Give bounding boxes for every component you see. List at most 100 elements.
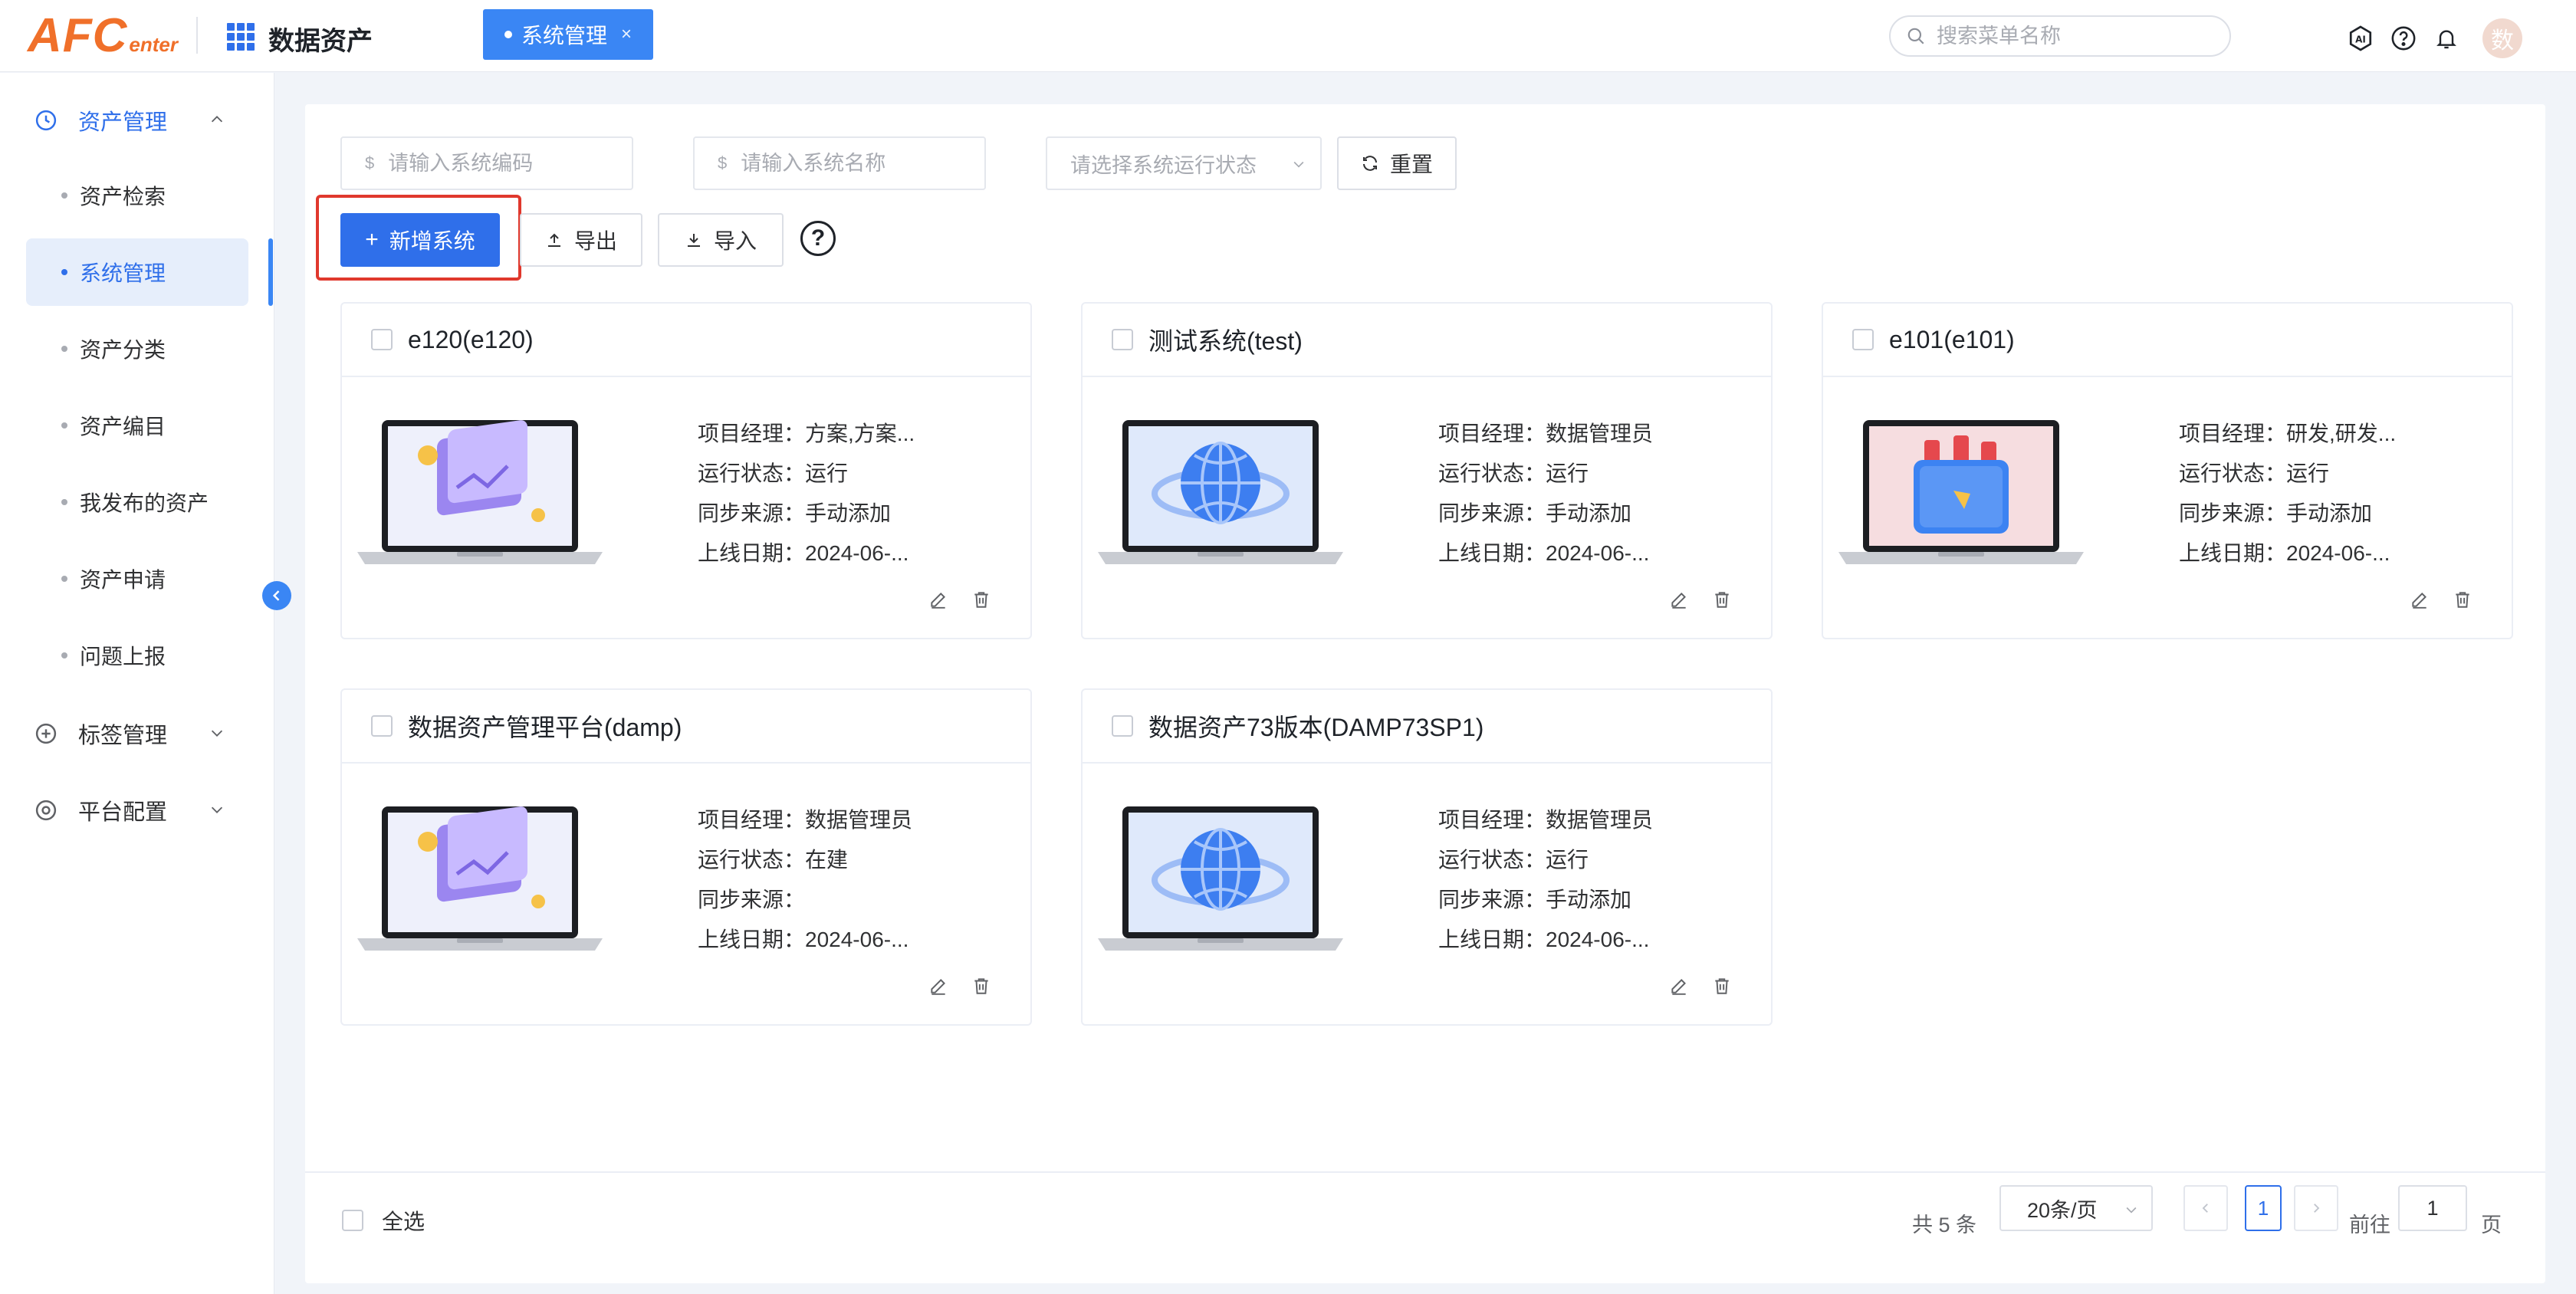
delete-icon[interactable]	[1710, 974, 1734, 998]
sidebar-item-my-published-assets[interactable]: 我发布的资产	[26, 468, 248, 536]
source-key: 同步来源：	[1438, 501, 1546, 525]
card-checkbox[interactable]	[371, 715, 393, 737]
sidebar-item-label: 资产分类	[80, 338, 166, 362]
reset-button[interactable]: 重置	[1337, 136, 1457, 190]
status-key: 运行状态：	[698, 848, 806, 872]
chevron-up-icon	[211, 116, 223, 123]
system-card[interactable]: 数据资产管理平台(damp) 项目经理：数据管理员 运行状态：在建 同步来源： …	[340, 688, 1032, 1026]
apps-grid-icon[interactable]	[227, 23, 255, 51]
manager-key: 项目经理：	[698, 808, 806, 832]
source-value: 手动添加	[805, 501, 892, 525]
date-key: 上线日期：	[698, 541, 806, 565]
card-title: e101(e101)	[1889, 325, 2015, 353]
date-value: 2024-06-...	[1546, 541, 1650, 565]
sidebar-item-asset-category[interactable]: 资产分类	[26, 315, 248, 383]
sidebar-item-system-management[interactable]: 系统管理	[26, 238, 248, 306]
system-card[interactable]: e101(e101) 项目经理：研发,研发... 运行状态：运行 同步来源：手动…	[1822, 302, 2513, 639]
select-all[interactable]: 全选	[342, 1205, 425, 1236]
card-title: 数据资产73版本(DAMP73SP1)	[1148, 714, 1484, 741]
sidebar-item-label: 资产编目	[80, 415, 166, 438]
download-icon	[687, 234, 700, 247]
card-title: 测试系统(test)	[1148, 327, 1303, 355]
delete-icon[interactable]	[969, 974, 994, 998]
card-checkbox[interactable]	[371, 329, 393, 350]
delete-icon[interactable]	[1710, 587, 1734, 612]
sidebar-item-asset-application[interactable]: 资产申请	[26, 545, 248, 613]
system-name-input[interactable]	[741, 151, 956, 176]
card-info: 项目经理：数据管理员 运行状态：运行 同步来源：手动添加 上线日期：2024-0…	[1438, 800, 1653, 960]
edit-icon[interactable]	[926, 587, 951, 612]
bell-icon[interactable]	[2432, 20, 2461, 57]
chevron-left-icon	[272, 590, 280, 601]
highlight-box	[316, 195, 521, 281]
sidebar-item-asset-catalog[interactable]: 资产编目	[26, 392, 248, 459]
svg-text:AI: AI	[2355, 34, 2366, 44]
menu-search[interactable]	[1889, 15, 2231, 57]
ai-assistant-icon[interactable]: AI	[2346, 20, 2375, 57]
system-code-input[interactable]	[388, 151, 603, 176]
manager-key: 项目经理：	[698, 422, 806, 445]
manager-value: 数据管理员	[805, 808, 913, 832]
select-all-checkbox[interactable]	[342, 1210, 363, 1231]
tab-close-icon[interactable]: ×	[621, 24, 632, 45]
export-button[interactable]: 导出	[520, 213, 642, 267]
help-question-icon[interactable]: ?	[800, 221, 836, 256]
system-card[interactable]: 数据资产73版本(DAMP73SP1) 项目经理：数据管理员 运行状态：运行 同…	[1081, 688, 1773, 1026]
date-value: 2024-06-...	[2286, 541, 2390, 565]
system-name-filter[interactable]: $	[693, 136, 986, 190]
sidebar-collapse-button[interactable]	[262, 581, 291, 610]
manager-value: 数据管理员	[1546, 808, 1654, 832]
sidebar-item-issue-report[interactable]: 问题上报	[26, 622, 248, 689]
source-key: 同步来源：	[698, 501, 806, 525]
filter-prefix: $	[718, 153, 728, 172]
page-number-button[interactable]: 1	[2245, 1185, 2282, 1231]
prev-page-button[interactable]	[2183, 1185, 2228, 1231]
menu-group-tag-management[interactable]: 标签管理	[0, 695, 274, 772]
reset-label: 重置	[1389, 153, 1433, 176]
import-button[interactable]: 导入	[658, 213, 784, 267]
export-label: 导出	[573, 229, 617, 253]
goto-page-input[interactable]	[2398, 1185, 2467, 1231]
date-value: 2024-06-...	[1546, 928, 1650, 951]
top-bar: AFC enter 数据资产 系统管理 × AI 数	[0, 0, 2576, 72]
delete-icon[interactable]	[969, 587, 994, 612]
sidebar-item-asset-search[interactable]: 资产检索	[26, 162, 248, 229]
menu-group-label: 平台配置	[78, 800, 168, 825]
source-key: 同步来源：	[1438, 888, 1546, 911]
card-checkbox[interactable]	[1112, 715, 1133, 737]
menu-group-asset-management[interactable]: 资产管理	[0, 82, 274, 159]
card-checkbox[interactable]	[1852, 329, 1874, 350]
logo-sub-text: enter	[129, 33, 178, 56]
card-actions	[926, 974, 994, 998]
afc-logo[interactable]: AFC enter	[28, 11, 178, 61]
edit-icon[interactable]	[1667, 974, 1691, 998]
user-avatar[interactable]: 数	[2482, 18, 2522, 58]
card-title: e120(e120)	[408, 325, 534, 353]
system-card[interactable]: 测试系统(test) 项目经理：数据管理员 运行状态：运行 同步来源：手动添加 …	[1081, 302, 1773, 639]
menu-group-platform-config[interactable]: 平台配置	[0, 772, 274, 849]
tab-system-management[interactable]: 系统管理 ×	[483, 9, 653, 60]
help-icon[interactable]	[2389, 20, 2418, 57]
page-size-select[interactable]: 20条/页	[1999, 1185, 2153, 1231]
date-key: 上线日期：	[1438, 928, 1546, 951]
source-key: 同步来源：	[2179, 501, 2287, 525]
card-info: 项目经理：数据管理员 运行状态：运行 同步来源：手动添加 上线日期：2024-0…	[1438, 414, 1653, 573]
laptop-wallet-illustration	[1838, 420, 2084, 564]
card-checkbox[interactable]	[1112, 329, 1133, 350]
date-value: 2024-06-...	[805, 541, 909, 565]
next-page-button[interactable]	[2294, 1185, 2338, 1231]
top-icon-group: AI 数	[2346, 18, 2522, 58]
system-card[interactable]: e120(e120) 项目经理：方案,方案... 运行状态：运行 同步来源：手动…	[340, 302, 1032, 639]
search-input[interactable]	[1937, 24, 2213, 48]
date-key: 上线日期：	[698, 928, 806, 951]
manager-value: 方案,方案...	[805, 422, 915, 445]
menu-bullet	[61, 192, 67, 199]
system-status-select[interactable]: 请选择系统运行状态	[1046, 136, 1322, 190]
delete-icon[interactable]	[2450, 587, 2475, 612]
edit-icon[interactable]	[2407, 587, 2432, 612]
menu-bullet	[61, 576, 67, 582]
sidebar-item-label: 系统管理	[80, 261, 166, 285]
system-code-filter[interactable]: $	[340, 136, 633, 190]
edit-icon[interactable]	[1667, 587, 1691, 612]
edit-icon[interactable]	[926, 974, 951, 998]
